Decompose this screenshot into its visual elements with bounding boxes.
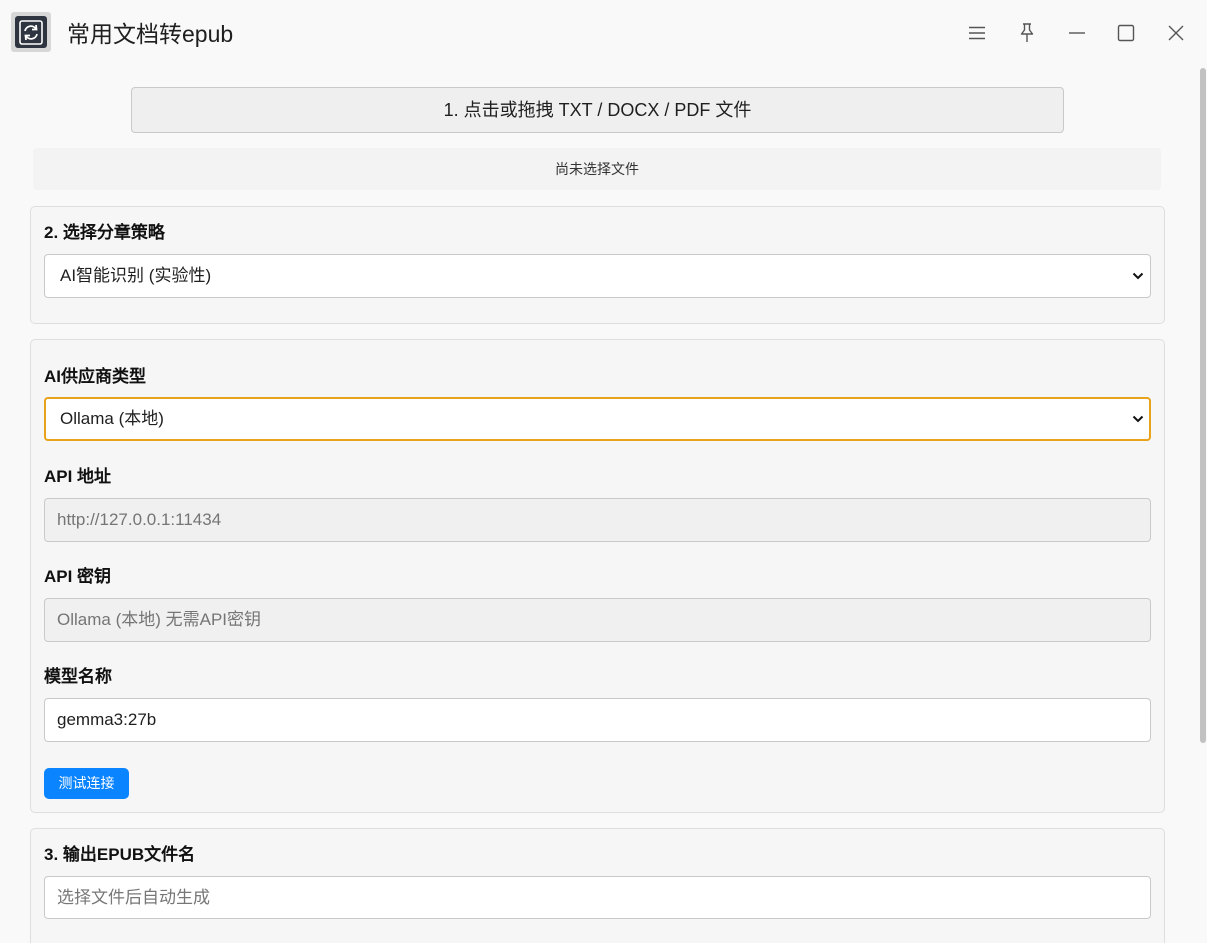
vertical-scrollbar[interactable] <box>1199 68 1207 743</box>
provider-label: AI供应商类型 <box>44 367 146 386</box>
minimize-icon[interactable] <box>1062 18 1092 48</box>
refresh-book-icon <box>11 12 51 52</box>
pin-icon[interactable] <box>1012 18 1042 48</box>
file-status-text: 尚未选择文件 <box>33 148 1161 190</box>
provider-select[interactable]: Ollama (本地) <box>44 397 1151 441</box>
strategy-heading: 2. 选择分章策略 <box>44 223 165 242</box>
close-icon[interactable] <box>1161 18 1191 48</box>
model-name-label: 模型名称 <box>44 667 112 686</box>
api-key-label: API 密钥 <box>44 567 112 586</box>
scrollbar-thumb[interactable] <box>1200 68 1206 743</box>
api-key-field[interactable]: Ollama (本地) 无需API密钥 <box>44 598 1151 642</box>
output-filename-field[interactable]: 选择文件后自动生成 <box>44 876 1151 919</box>
chevron-down-icon <box>1132 415 1144 423</box>
maximize-icon[interactable] <box>1111 18 1141 48</box>
api-url-label: API 地址 <box>44 467 112 486</box>
api-url-field[interactable]: http://127.0.0.1:11434 <box>44 498 1151 542</box>
chevron-down-icon <box>1132 272 1144 280</box>
strategy-selected-value: AI智能识别 (实验性) <box>60 266 212 285</box>
output-heading: 3. 输出EPUB文件名 <box>44 845 196 864</box>
menu-icon[interactable] <box>962 18 992 48</box>
provider-selected-value: Ollama (本地) <box>60 409 164 428</box>
strategy-select[interactable]: AI智能识别 (实验性) <box>44 254 1151 298</box>
upload-file-button[interactable]: 1. 点击或拖拽 TXT / DOCX / PDF 文件 <box>131 87 1064 133</box>
title-bar: 常用文档转epub <box>0 0 1207 66</box>
model-name-field[interactable]: gemma3:27b <box>44 698 1151 742</box>
test-connection-button[interactable]: 测试连接 <box>44 768 129 799</box>
app-title: 常用文档转epub <box>67 21 234 47</box>
